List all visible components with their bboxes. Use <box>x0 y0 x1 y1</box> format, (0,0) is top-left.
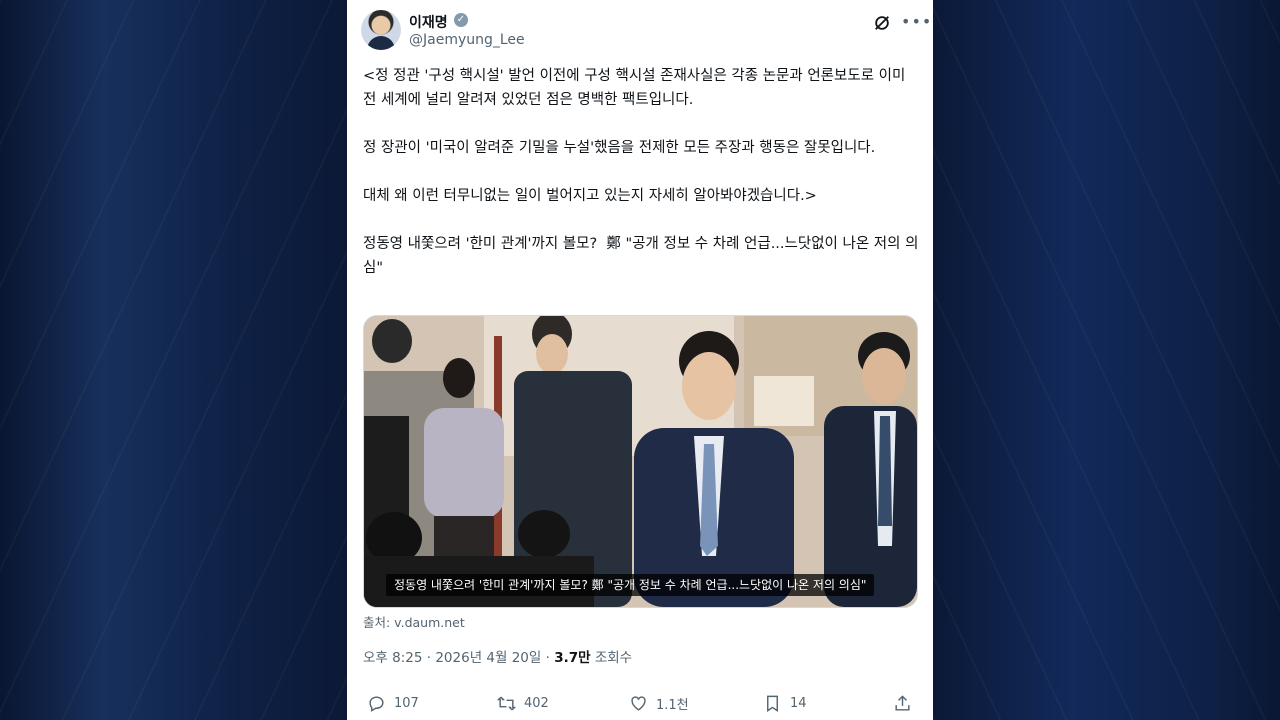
tweet-paragraph: 대체 왜 이런 터무니없는 일이 벌어지고 있는지 자세히 알아봐야겠습니다.> <box>363 188 817 204</box>
views-label: 조회수 <box>594 650 633 666</box>
like-count: 1.1천 <box>656 698 689 713</box>
media-source[interactable]: 출처: v.daum.net <box>363 612 465 631</box>
background-right <box>933 0 1280 720</box>
reply-icon <box>369 696 384 712</box>
photo-illustration <box>364 316 917 607</box>
reply-count: 107 <box>394 696 419 711</box>
like-button[interactable]: 1.1천 <box>629 694 689 713</box>
reply-button[interactable]: 107 <box>367 694 419 713</box>
views-count: 3.7만 <box>554 650 591 666</box>
tweet-media-photo[interactable]: 정동영 내쫓으려 '한미 관계'까지 볼모? 鄭 "공개 정보 수 차례 언급.… <box>363 315 918 608</box>
repost-count: 402 <box>524 696 549 711</box>
tweet-header: 이재명 ✓ @Jaemyung_Lee ••• <box>361 10 931 54</box>
like-icon <box>631 696 646 711</box>
author-name[interactable]: 이재명 <box>409 12 448 32</box>
share-button[interactable] <box>893 694 912 713</box>
verified-badge-icon: ✓ <box>454 13 468 27</box>
tweet-text: <정 정관 '구성 핵시설' 발언 이전에 구성 핵시설 존재사실은 각종 논문… <box>363 64 919 304</box>
meta-separator: · <box>545 650 555 666</box>
tweet-paragraph: 정 장관이 '미국이 알려준 기밀을 누설'했음을 전제한 모든 주장과 행동은… <box>363 140 876 156</box>
more-icon[interactable]: ••• <box>901 12 932 31</box>
tweet-time[interactable]: 오후 8:25 <box>363 650 422 666</box>
author-handle[interactable]: @Jaemyung_Lee <box>409 32 525 48</box>
bookmark-button[interactable]: 14 <box>763 694 807 713</box>
avatar[interactable] <box>361 10 401 50</box>
grok-icon[interactable] <box>873 14 891 32</box>
bookmark-count: 14 <box>790 696 807 711</box>
share-icon <box>895 695 910 711</box>
repost-button[interactable]: 402 <box>497 694 549 713</box>
tweet-date[interactable]: 2026년 4월 20일 <box>435 650 541 666</box>
tweet-paragraph: <정 정관 '구성 핵시설' 발언 이전에 구성 핵시설 존재사실은 각종 논문… <box>363 68 910 108</box>
background-left <box>0 0 347 720</box>
tweet-card: 이재명 ✓ @Jaemyung_Lee ••• <정 정관 '구성 핵시설' 발… <box>347 0 933 720</box>
tweet-paragraph: 정동영 내쫓으려 '한미 관계'까지 볼모? 鄭 "공개 정보 수 차례 언급.… <box>363 236 919 276</box>
tweet-meta: 오후 8:25 · 2026년 4월 20일 · 3.7만 조회수 <box>363 646 632 666</box>
repost-icon <box>497 696 516 711</box>
bookmark-icon <box>767 695 778 712</box>
action-bar: 107 402 1.1천 14 <box>363 694 919 718</box>
media-caption: 정동영 내쫓으려 '한미 관계'까지 볼모? 鄭 "공개 정보 수 차례 언급.… <box>386 574 875 596</box>
